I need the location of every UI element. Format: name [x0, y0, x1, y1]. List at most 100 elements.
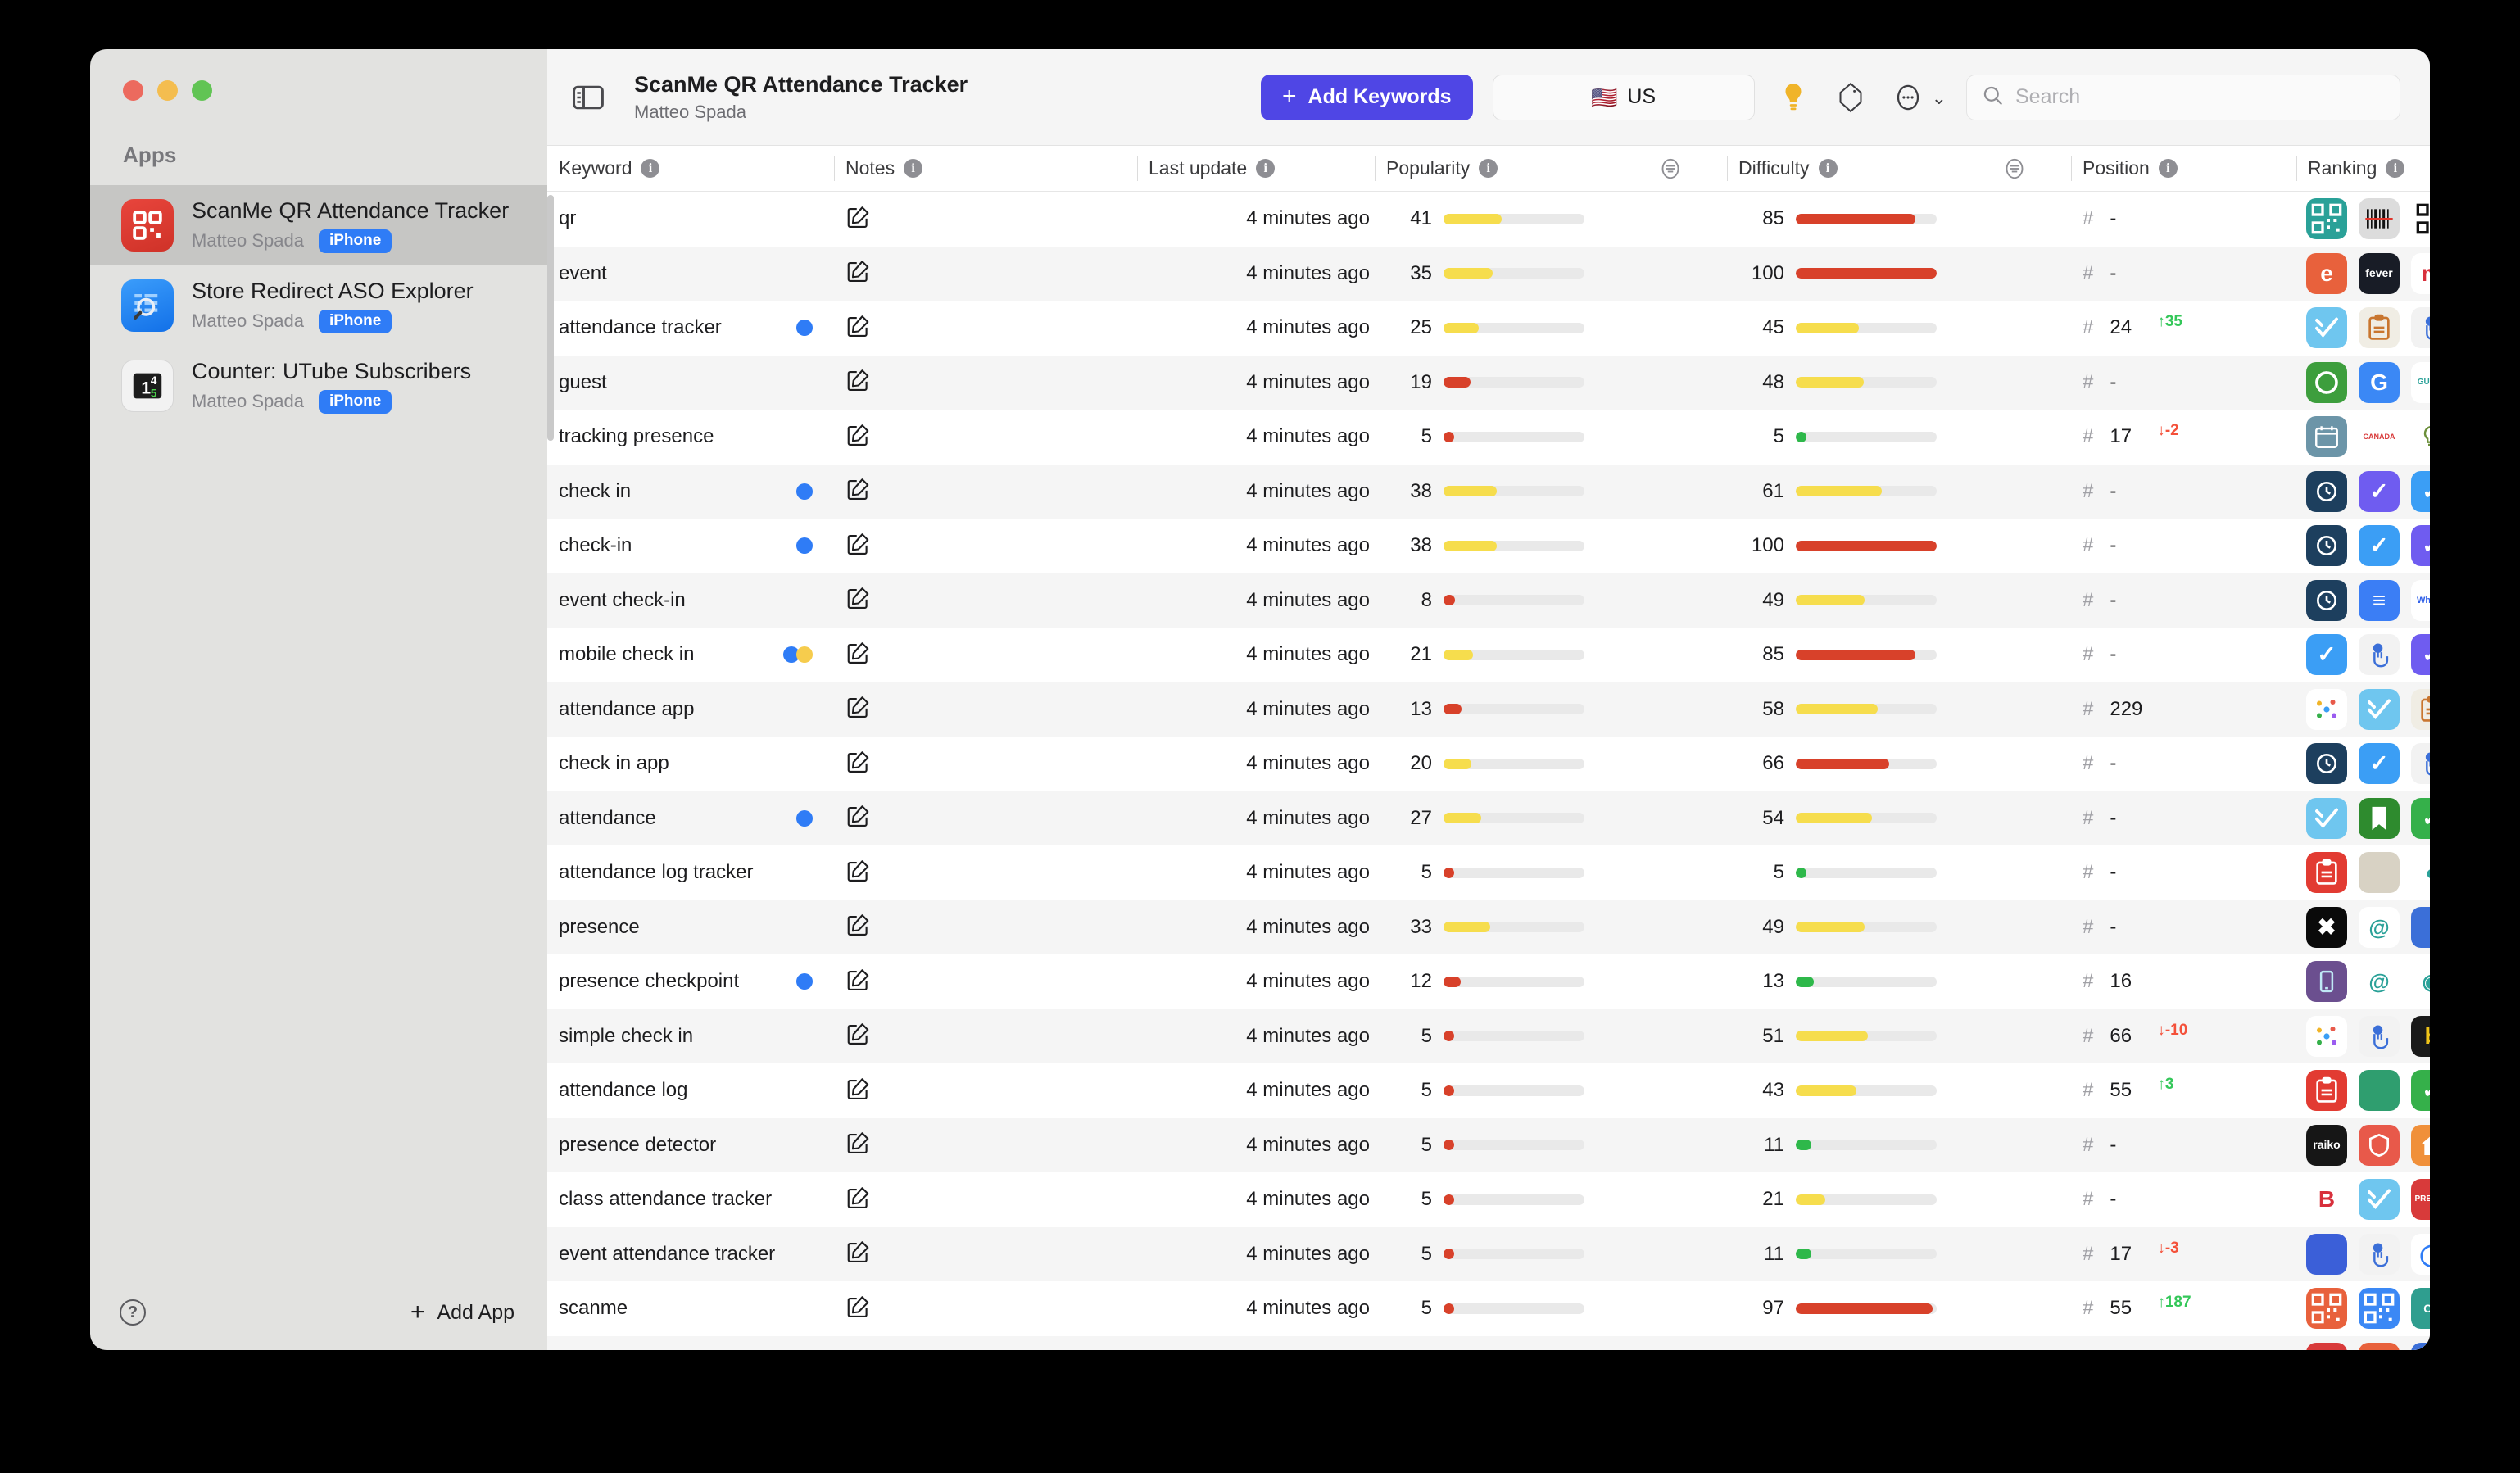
- ranking-app-icon[interactable]: ≡: [2359, 579, 2400, 621]
- edit-square-icon[interactable]: [845, 1240, 870, 1268]
- cell-keyword[interactable]: guest: [547, 356, 834, 410]
- cell-notes[interactable]: [834, 465, 1137, 519]
- ranking-app-icon[interactable]: [2306, 797, 2347, 839]
- info-icon[interactable]: i: [2158, 159, 2178, 178]
- ranking-app-icon[interactable]: [2306, 1015, 2347, 1057]
- cell-keyword[interactable]: presence detector: [547, 1118, 834, 1173]
- edit-square-icon[interactable]: [845, 1076, 870, 1105]
- table-row[interactable]: class attendance tracker 4 minutes ago 5: [547, 1172, 2430, 1227]
- table-row[interactable]: attendance app 4 minutes ago 13 58 # 229: [547, 682, 2430, 737]
- lightbulb-icon[interactable]: [1774, 79, 1812, 116]
- cell-notes[interactable]: [834, 1281, 1137, 1336]
- ranking-app-icon[interactable]: [2306, 1288, 2347, 1330]
- table-row[interactable]: check in 4 minutes ago 38 61 # - ✓: [547, 464, 2430, 519]
- sidebar-item-store-redirect-aso-explorer[interactable]: Store Redirect ASO Explorer Matteo Spada…: [90, 265, 547, 346]
- info-icon[interactable]: i: [1479, 159, 1498, 178]
- cell-ranking[interactable]: ✓ ✓USAAR: [2296, 628, 2430, 682]
- minimize-button[interactable]: [157, 80, 178, 101]
- ranking-app-icon[interactable]: ◉: [2411, 961, 2430, 1003]
- ranking-app-icon[interactable]: ✓: [2411, 1070, 2430, 1112]
- cell-ranking[interactable]: efevermEVENTt: [2296, 247, 2430, 301]
- edit-square-icon[interactable]: [845, 1294, 870, 1323]
- table-row[interactable]: simple check in 4 minutes ago 5 51 # 66 …: [547, 1008, 2430, 1064]
- cell-keyword[interactable]: attendance app: [547, 682, 834, 737]
- sidebar-toggle-icon[interactable]: [570, 79, 606, 116]
- ranking-app-icon[interactable]: @: [2359, 906, 2400, 948]
- edit-square-icon[interactable]: [845, 423, 870, 451]
- cell-notes[interactable]: [834, 1118, 1137, 1173]
- column-header-keyword[interactable]: Keyword i: [547, 146, 834, 191]
- edit-square-icon[interactable]: [845, 750, 870, 778]
- ranking-app-icon[interactable]: G: [2359, 361, 2400, 403]
- ranking-app-icon[interactable]: ✓: [2306, 634, 2347, 676]
- ranking-app-icon[interactable]: [2306, 688, 2347, 730]
- ranking-app-icon[interactable]: ✓: [2359, 743, 2400, 785]
- cell-keyword[interactable]: attendance log: [547, 1063, 834, 1118]
- edit-square-icon[interactable]: [845, 695, 870, 723]
- cell-keyword[interactable]: scanme: [547, 1281, 834, 1336]
- edit-square-icon[interactable]: [845, 259, 870, 288]
- cell-ranking[interactable]: ≡Whova♪: [2296, 573, 2430, 628]
- cell-notes[interactable]: [834, 682, 1137, 737]
- table-row[interactable]: guest 4 minutes ago 19 48 # - G GU: [547, 355, 2430, 410]
- cell-ranking[interactable]: CANADA R: [2296, 410, 2430, 465]
- cell-ranking[interactable]: [2296, 682, 2430, 737]
- ranking-app-icon[interactable]: CS: [2411, 1288, 2430, 1330]
- ranking-app-icon[interactable]: B: [2306, 1179, 2347, 1221]
- table-row[interactable]: event 4 minutes ago 35 100 # - e fever: [547, 246, 2430, 301]
- ranking-app-icon[interactable]: m: [2411, 252, 2430, 294]
- ranking-app-icon[interactable]: [2411, 307, 2430, 349]
- cell-keyword[interactable]: attendance: [547, 791, 834, 846]
- question-mark-circle-icon[interactable]: ?: [120, 1299, 146, 1326]
- ranking-app-icon[interactable]: CANADA: [2359, 416, 2400, 458]
- cell-keyword[interactable]: attendance tracker: [547, 301, 834, 356]
- column-header-last_update[interactable]: Last update i: [1137, 146, 1375, 191]
- ranking-app-icon[interactable]: GUEST: [2411, 361, 2430, 403]
- country-selector[interactable]: 🇺🇸 US: [1492, 74, 1755, 120]
- sidebar-item-scanme-qr-attendance-tracker[interactable]: ScanMe QR Attendance Tracker Matteo Spad…: [90, 185, 547, 265]
- cell-keyword[interactable]: presence: [547, 900, 834, 955]
- edit-square-icon[interactable]: [845, 641, 870, 669]
- ranking-app-icon[interactable]: fever: [2359, 252, 2400, 294]
- table-body[interactable]: qr 4 minutes ago 41 85 # - event 4 minut…: [547, 192, 2430, 1350]
- cell-ranking[interactable]: raiko ORBERS: [2296, 1118, 2430, 1173]
- column-header-popularity[interactable]: Popularity i: [1375, 146, 1645, 191]
- table-row[interactable]: [547, 1335, 2430, 1350]
- info-icon[interactable]: i: [1256, 159, 1276, 178]
- table-row[interactable]: attendance log tracker 4 minutes ago 5 5…: [547, 845, 2430, 900]
- ranking-app-icon[interactable]: ◯: [2411, 1233, 2430, 1275]
- cell-notes[interactable]: [834, 736, 1137, 791]
- ranking-app-icon[interactable]: [2359, 1015, 2400, 1057]
- ranking-app-icon[interactable]: ✓: [2411, 797, 2430, 839]
- ranking-app-icon[interactable]: ✖: [2306, 906, 2347, 948]
- table-row[interactable]: tracking presence 4 minutes ago 5 5 # 17…: [547, 410, 2430, 465]
- table-row[interactable]: qr 4 minutes ago 41 85 # -: [547, 192, 2430, 247]
- edit-square-icon[interactable]: [845, 968, 870, 996]
- ranking-app-icon[interactable]: [2359, 198, 2400, 240]
- cell-keyword[interactable]: attendance log tracker: [547, 845, 834, 900]
- popularity-filter[interactable]: [1645, 146, 1727, 191]
- tag-icon[interactable]: [1832, 79, 1870, 116]
- ranking-app-icon[interactable]: ✓: [2359, 525, 2400, 567]
- close-button[interactable]: [123, 80, 143, 101]
- cell-ranking[interactable]: [2296, 1336, 2430, 1350]
- cell-ranking[interactable]: [2296, 192, 2430, 247]
- cell-ranking[interactable]: ✓K: [2296, 791, 2430, 846]
- ranking-app-icon[interactable]: PRESEN: [2411, 1179, 2430, 1221]
- ranking-app-icon[interactable]: [2359, 1342, 2400, 1350]
- add-keywords-button[interactable]: + Add Keywords: [1261, 74, 1473, 120]
- filter-lines-icon[interactable]: [1657, 155, 1684, 183]
- cell-keyword[interactable]: tracking presence: [547, 410, 834, 465]
- ranking-app-icon[interactable]: [2306, 470, 2347, 512]
- ranking-app-icon[interactable]: [2359, 1124, 2400, 1166]
- ranking-app-icon[interactable]: ◐: [2411, 852, 2430, 894]
- ranking-app-icon[interactable]: ✓: [2411, 634, 2430, 676]
- maximize-button[interactable]: [192, 80, 212, 101]
- add-app-button[interactable]: + Add App: [410, 1300, 514, 1325]
- cell-keyword[interactable]: simple check in: [547, 1009, 834, 1064]
- ranking-app-icon[interactable]: ✓: [2359, 470, 2400, 512]
- cell-keyword[interactable]: mobile check in: [547, 628, 834, 682]
- cell-ranking[interactable]: bDo: [2296, 1009, 2430, 1064]
- ranking-app-icon[interactable]: raiko: [2306, 1124, 2347, 1166]
- column-header-position[interactable]: Position i: [2071, 146, 2296, 191]
